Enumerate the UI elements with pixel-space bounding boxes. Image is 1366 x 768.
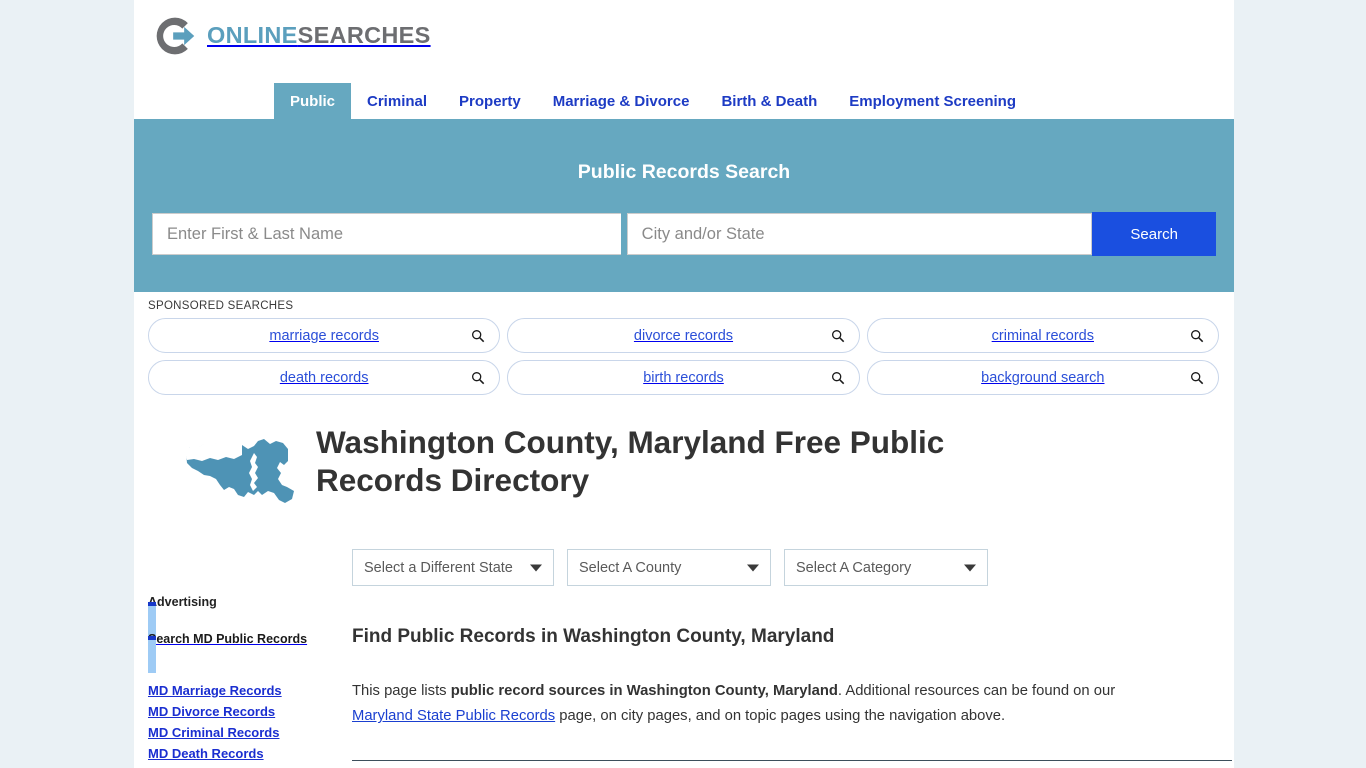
logo-text: ONLINESEARCHES	[207, 24, 431, 48]
sponsored-searches-label: SPONSORED SEARCHES	[148, 300, 294, 312]
sponsored-searches: SPONSORED SEARCHES marriage records divo…	[134, 292, 1234, 401]
intro-text-part3: page, on city pages, and on topic pages …	[555, 708, 1006, 725]
advertising-label: Advertising	[148, 595, 217, 609]
sponsored-item-divorce-records[interactable]: divorce records	[507, 318, 860, 353]
chevron-down-icon	[964, 564, 976, 571]
sidebar-links: MD Marriage Records MD Divorce Records M…	[148, 680, 311, 768]
sidebar-link-md-criminal-records[interactable]: MD Criminal Records	[148, 722, 311, 743]
page-title-row: Washington County, Maryland Free Public …	[148, 423, 1220, 511]
sponsored-searches-list: marriage records divorce records crimina…	[148, 318, 1220, 395]
sponsored-item-marriage-records[interactable]: marriage records	[148, 318, 501, 353]
sponsored-item-label: divorce records	[633, 327, 734, 344]
search-icon	[1190, 329, 1204, 343]
select-category-label: Select A Category	[796, 559, 912, 576]
sidebar-link-md-birth-records[interactable]: MD Birth Records	[148, 764, 311, 768]
intro-text-part1: This page lists	[352, 683, 451, 699]
maryland-state-map-icon	[148, 423, 294, 511]
select-state-dropdown[interactable]: Select a Different State	[352, 549, 554, 586]
select-county-dropdown[interactable]: Select A County	[567, 549, 771, 586]
select-state-label: Select a Different State	[364, 559, 513, 576]
logo-text-online: ONLINE	[207, 22, 298, 49]
sidebar-link-md-marriage-records[interactable]: MD Marriage Records	[148, 680, 311, 701]
sponsored-item-background-search[interactable]: background search	[866, 360, 1219, 395]
nav-item-marriage-divorce[interactable]: Marriage & Divorce	[537, 83, 706, 119]
search-icon	[831, 371, 845, 385]
sidebar-link-md-death-records[interactable]: MD Death Records	[148, 743, 311, 764]
nav-item-property[interactable]: Property	[443, 83, 537, 119]
sponsored-item-label: birth records	[643, 369, 724, 386]
page-title: Washington County, Maryland Free Public …	[316, 424, 945, 499]
chevron-down-icon	[530, 564, 542, 571]
page-container: ONLINESEARCHES Public Criminal Property …	[134, 0, 1234, 768]
chevron-down-icon	[747, 564, 759, 571]
maryland-state-public-records-link[interactable]: Maryland State Public Records	[352, 708, 555, 724]
sponsored-item-label: marriage records	[269, 327, 379, 344]
sponsored-item-label: criminal records	[991, 327, 1094, 344]
intro-text-part2: . Additional resources can be found on o…	[837, 683, 1116, 699]
search-icon	[831, 329, 845, 343]
page-root: ONLINESEARCHES Public Criminal Property …	[0, 0, 1366, 768]
sidebar-advertising: Advertising Search MD Public Records MD …	[148, 595, 311, 768]
main-navigation: Public Criminal Property Marriage & Divo…	[134, 83, 1234, 128]
filter-selects: Select a Different State Select A County…	[352, 549, 1220, 586]
intro-paragraph: This page lists public record sources in…	[352, 679, 1180, 730]
sponsored-item-label: background search	[981, 369, 1105, 386]
nav-item-employment-screening[interactable]: Employment Screening	[833, 83, 1032, 119]
search-band-title: Public Records Search	[577, 161, 791, 183]
search-form: Search	[134, 212, 1234, 256]
select-county-label: Select A County	[579, 559, 682, 576]
name-search-input[interactable]	[152, 213, 621, 255]
search-button[interactable]: Search	[1092, 212, 1216, 256]
ad-box[interactable]: Search MD Public Records	[148, 602, 311, 673]
sidebar-link-md-divorce-records[interactable]: MD Divorce Records	[148, 701, 311, 722]
select-category-dropdown[interactable]: Select A Category	[784, 549, 988, 586]
location-search-input[interactable]	[626, 213, 1093, 255]
section-divider	[352, 759, 1232, 761]
search-icon	[1190, 371, 1204, 385]
sponsored-item-criminal-records[interactable]: criminal records	[866, 318, 1219, 353]
nav-item-criminal[interactable]: Criminal	[351, 83, 443, 119]
search-icon	[471, 371, 485, 385]
site-logo[interactable]: ONLINESEARCHES	[153, 14, 431, 58]
intro-text-bold: public record sources in Washington Coun…	[450, 683, 838, 699]
public-records-search-band: Public Records Search Search	[134, 128, 1234, 292]
circle-arrow-logo-icon	[153, 14, 197, 58]
sponsored-item-death-records[interactable]: death records	[148, 360, 501, 395]
nav-item-birth-death[interactable]: Birth & Death	[705, 83, 833, 119]
site-header: ONLINESEARCHES	[134, 0, 1234, 83]
ad-title: Search MD Public Records	[148, 632, 308, 646]
nav-item-public[interactable]: Public	[274, 83, 352, 119]
logo-text-searches: SEARCHES	[297, 22, 431, 49]
sponsored-item-birth-records[interactable]: birth records	[507, 360, 860, 395]
search-icon	[471, 329, 485, 343]
section-heading: Find Public Records in Washington County…	[352, 626, 835, 647]
sponsored-item-label: death records	[279, 369, 369, 386]
